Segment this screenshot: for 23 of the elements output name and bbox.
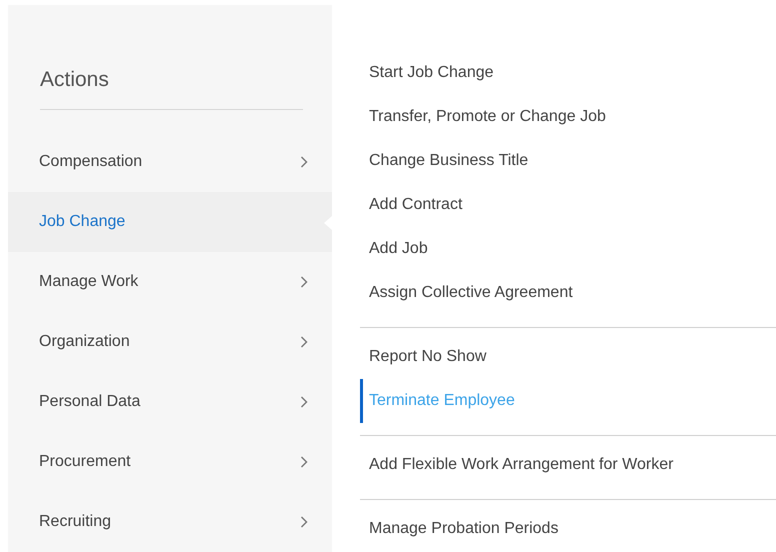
category-item[interactable]: Compensation bbox=[8, 132, 332, 192]
menu-item[interactable]: Add Flexible Work Arrangement for Worker bbox=[360, 443, 776, 487]
category-item[interactable]: Recruiting bbox=[8, 492, 332, 552]
chevron-right-icon bbox=[300, 516, 308, 528]
chevron-right-icon bbox=[300, 156, 308, 168]
menu-item[interactable]: Add Contract bbox=[360, 183, 776, 227]
chevron-right-icon bbox=[300, 276, 308, 288]
menu-item[interactable]: Add Job bbox=[360, 227, 776, 271]
menu-item[interactable]: Manage Probation Periods bbox=[360, 507, 776, 551]
menu-item[interactable]: Report No Show bbox=[360, 335, 776, 379]
menu-item[interactable]: Change Business Title bbox=[360, 139, 776, 183]
category-item[interactable]: Organization bbox=[8, 312, 332, 372]
chevron-right-icon bbox=[300, 396, 308, 408]
panel-title: Actions bbox=[40, 67, 110, 93]
category-item[interactable]: Manage Work bbox=[8, 252, 332, 312]
category-item[interactable]: Personal Data bbox=[8, 372, 332, 432]
category-item[interactable]: Procurement bbox=[8, 432, 332, 492]
menu-item[interactable]: Start Job Change bbox=[360, 51, 776, 95]
menu-item[interactable]: Assign Collective Agreement bbox=[360, 271, 776, 315]
chevron-right-icon bbox=[300, 336, 308, 348]
menu-item[interactable]: Transfer, Promote or Change Job bbox=[360, 95, 776, 139]
chevron-right-icon bbox=[300, 456, 308, 468]
category-item[interactable]: Job Change bbox=[8, 192, 332, 252]
